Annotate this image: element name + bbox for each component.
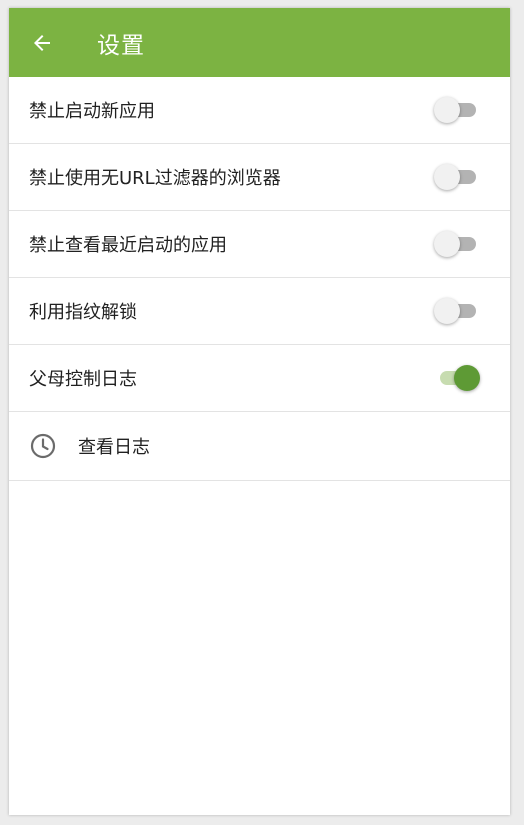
switch-thumb xyxy=(434,164,460,190)
setting-row-block-new-apps[interactable]: 禁止启动新应用 xyxy=(9,77,510,144)
switch-thumb xyxy=(434,97,460,123)
setting-label: 禁止使用无URL过滤器的浏览器 xyxy=(29,168,281,189)
switch-thumb xyxy=(454,365,480,391)
back-button[interactable] xyxy=(9,8,75,77)
block-new-apps-switch[interactable] xyxy=(434,97,476,123)
clock-icon xyxy=(29,432,57,460)
page-title: 设置 xyxy=(97,32,145,59)
switch-thumb xyxy=(434,298,460,324)
setting-row-block-browsers[interactable]: 禁止使用无URL过滤器的浏览器 xyxy=(9,144,510,211)
fingerprint-unlock-switch[interactable] xyxy=(434,298,476,324)
view-log-label: 查看日志 xyxy=(78,437,150,458)
block-recent-apps-switch[interactable] xyxy=(434,231,476,257)
settings-list: 禁止启动新应用 禁止使用无URL过滤器的浏览器 禁止查看最近启动的应用 利用指纹… xyxy=(9,77,510,481)
arrow-back-icon xyxy=(30,31,54,55)
setting-label: 禁止查看最近启动的应用 xyxy=(29,235,227,256)
block-browsers-switch[interactable] xyxy=(434,164,476,190)
setting-label: 利用指纹解锁 xyxy=(29,302,137,323)
setting-row-parental-log[interactable]: 父母控制日志 xyxy=(9,345,510,412)
setting-row-block-recent-apps[interactable]: 禁止查看最近启动的应用 xyxy=(9,211,510,278)
setting-label: 禁止启动新应用 xyxy=(29,101,155,122)
app-bar: 设置 xyxy=(9,8,510,77)
switch-thumb xyxy=(434,231,460,257)
view-log-item[interactable]: 查看日志 xyxy=(9,412,510,481)
setting-label: 父母控制日志 xyxy=(29,369,137,390)
setting-row-fingerprint-unlock[interactable]: 利用指纹解锁 xyxy=(9,278,510,345)
settings-screen: 设置 禁止启动新应用 禁止使用无URL过滤器的浏览器 禁止查看最近启动的应用 利… xyxy=(9,8,510,815)
parental-log-switch[interactable] xyxy=(438,365,480,391)
